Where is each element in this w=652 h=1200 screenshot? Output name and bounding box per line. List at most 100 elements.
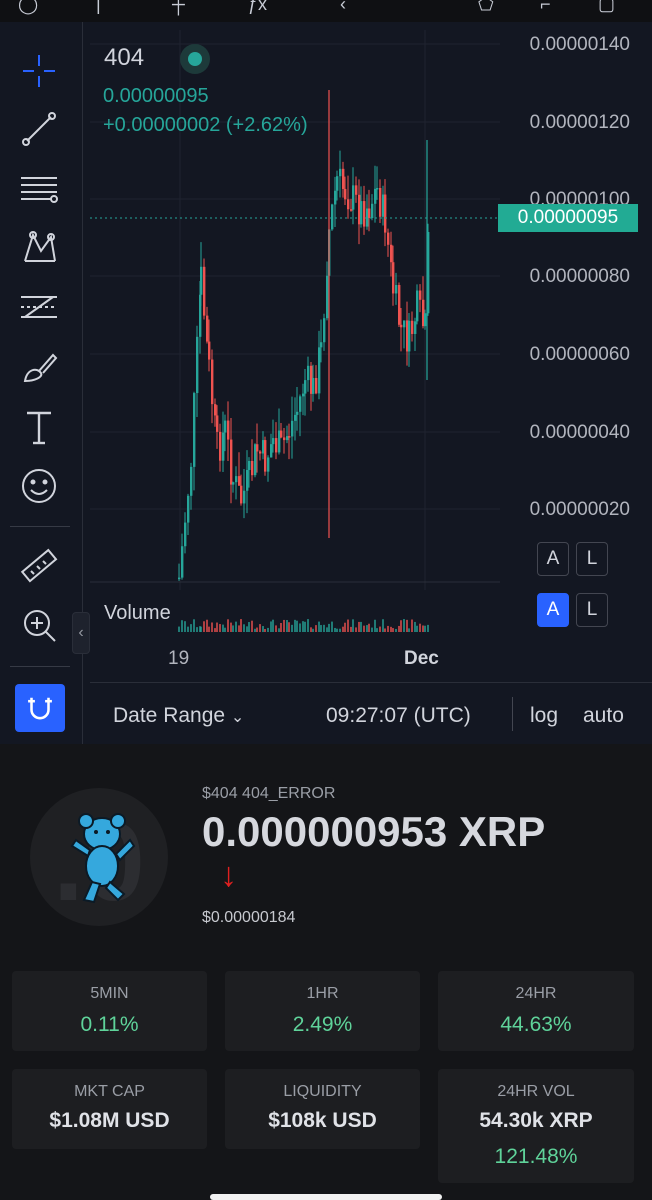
volume-bar: [424, 625, 426, 632]
volume-bar: [275, 625, 277, 632]
candle-body: [326, 275, 329, 319]
auto-toggle[interactable]: auto: [583, 704, 624, 728]
clock-icon[interactable]: ◯: [18, 0, 38, 15]
volume-bar: [334, 627, 336, 632]
brush-icon[interactable]: [16, 344, 62, 390]
candle-body: [222, 432, 225, 461]
candle-body: [304, 380, 307, 394]
price-down-arrow-icon: ↓: [220, 856, 237, 894]
volume-bar: [296, 620, 298, 632]
volume-auto-scale-button[interactable]: A: [537, 593, 569, 627]
volume-bar: [331, 621, 333, 632]
collapse-toolbar-button[interactable]: ‹: [72, 612, 90, 654]
candle-body: [392, 262, 395, 294]
volume-bar: [203, 621, 205, 632]
volume-bar: [323, 624, 325, 632]
volume-bar: [414, 621, 416, 632]
text-icon[interactable]: [16, 404, 62, 450]
candle-body: [288, 436, 291, 438]
drawing-toolbar: [0, 22, 83, 744]
zoom-in-icon[interactable]: [16, 602, 62, 648]
volume-bar: [336, 628, 338, 632]
stat-card-liquidity: LIQUIDITY $108k USD: [225, 1069, 420, 1149]
volume-bar: [259, 624, 261, 632]
prediction-icon[interactable]: [16, 284, 62, 330]
volume-bar: [395, 628, 397, 632]
candle-body: [235, 476, 238, 483]
stat-card-24hr-volume: 24HR VOL 54.30k XRP 121.48%: [438, 1069, 634, 1183]
log-scale-button[interactable]: L: [576, 542, 608, 576]
candle-body: [320, 342, 323, 348]
volume-bar: [400, 620, 402, 632]
shape-icon[interactable]: ⬠: [478, 0, 494, 15]
volume-label: Volume: [104, 602, 171, 624]
volume-bar: [224, 627, 226, 632]
candle-body: [224, 420, 227, 433]
volume-bar: [360, 621, 362, 632]
volume-bar: [350, 626, 352, 632]
candle-body: [387, 232, 390, 245]
volume-bar: [419, 623, 421, 632]
candle-body: [264, 440, 267, 472]
chevron-down-icon: ⌄: [230, 709, 245, 726]
fib-retracement-icon[interactable]: [16, 165, 62, 211]
chart-bottom-bar: Date Range ⌄ 09:27:07 (UTC) log auto: [90, 682, 652, 745]
date-range-dropdown[interactable]: Date Range ⌄: [113, 704, 244, 728]
stat-value: $108k USD: [268, 1109, 377, 1132]
crosshair-icon[interactable]: [16, 48, 62, 94]
trend-line-icon[interactable]: [16, 106, 62, 152]
log-toggle[interactable]: log: [530, 704, 558, 728]
volume-bar: [184, 621, 186, 632]
volume-bar: [248, 622, 250, 632]
volume-bar: [190, 624, 192, 632]
candle-body: [398, 285, 401, 325]
candle-body: [424, 313, 427, 327]
volume-bar: [216, 622, 218, 632]
fullscreen-icon[interactable]: ⌐: [540, 0, 551, 15]
home-indicator: [210, 1194, 442, 1200]
token-price-xrp: 0.000000953 XRP: [202, 808, 546, 855]
candle-body: [379, 187, 382, 217]
emoji-icon[interactable]: [16, 463, 62, 509]
price-axis-label: 0.00000140: [529, 34, 630, 55]
utc-time[interactable]: 09:27:07 (UTC): [326, 704, 471, 728]
volume-log-scale-button[interactable]: L: [576, 593, 608, 627]
stat-label: MKT CAP: [74, 1083, 145, 1100]
market-status-icon: [180, 44, 210, 74]
time-axis-label: Dec: [404, 648, 439, 669]
candle-body: [408, 320, 411, 352]
volume-bar: [178, 626, 180, 632]
candles-icon[interactable]: ┼: [172, 0, 185, 15]
screenshot-icon[interactable]: ▢: [598, 0, 615, 15]
candle-body: [312, 378, 315, 394]
volume-bar: [243, 624, 245, 632]
stat-value: $1.08M USD: [49, 1109, 170, 1132]
pattern-icon[interactable]: [16, 224, 62, 270]
auto-scale-button[interactable]: A: [537, 542, 569, 576]
undo-icon[interactable]: ‹: [340, 0, 346, 15]
candle-body: [184, 522, 187, 547]
volume-bar: [392, 628, 394, 632]
candle-body: [363, 201, 366, 227]
ruler-icon[interactable]: [16, 544, 62, 590]
stat-label: 5MIN: [90, 985, 129, 1002]
candle-body: [323, 318, 326, 343]
volume-bar: [256, 627, 258, 632]
stat-subvalue: 121.48%: [494, 1145, 578, 1168]
stat-card-market-cap: MKT CAP $1.08M USD: [12, 1069, 207, 1149]
toolbar-divider: [10, 526, 70, 527]
volume-bar: [240, 619, 242, 632]
candle-body: [299, 396, 302, 412]
candle-body: [208, 341, 211, 360]
candle-body: [178, 577, 181, 580]
stat-card-5min: 5MIN 0.11%: [12, 971, 207, 1051]
stat-label: 24HR VOL: [497, 1083, 575, 1100]
candle-body: [256, 444, 259, 452]
candle-body: [272, 438, 275, 445]
volume-bar: [288, 622, 290, 632]
fx-icon[interactable]: ƒx: [248, 0, 267, 15]
magnet-icon[interactable]: [15, 684, 65, 732]
volume-bar: [238, 625, 240, 632]
volume-bar: [307, 619, 309, 632]
volume-bar: [368, 623, 370, 632]
